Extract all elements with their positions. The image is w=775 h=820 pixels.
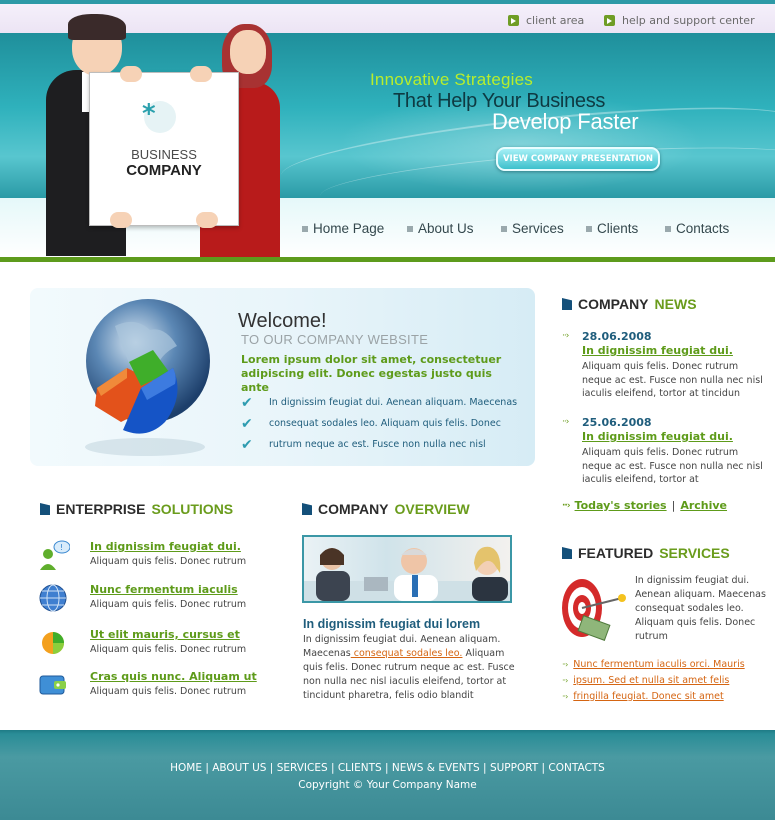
nav-bullet-icon xyxy=(586,225,592,232)
logo-star-icon: * xyxy=(142,99,156,129)
featured-link[interactable]: fringilla feugiat. Donec sit amet xyxy=(573,691,723,702)
footer-link-about[interactable]: ABOUT US xyxy=(212,762,266,774)
checkmark-icon: ✔ xyxy=(241,436,253,453)
solution-link[interactable]: Nunc fermentum iaculis xyxy=(90,583,238,596)
company-news-heading: COMPANY NEWS xyxy=(562,296,697,312)
overview-title: In dignissim feugiat dui lorem xyxy=(303,617,481,631)
arrow-bullet-icon xyxy=(508,15,519,26)
list-item: ✔ In dignissim feugiat dui. Aenean aliqua… xyxy=(241,394,518,411)
slogan-line-1: Innovative Strategies xyxy=(370,70,533,89)
section-bookmark-icon xyxy=(302,503,312,515)
welcome-lead: Lorem ipsum dolor sit amet, consectetuer… xyxy=(241,353,502,394)
footer-link-contacts[interactable]: CONTACTS xyxy=(548,762,604,774)
dotted-arrow-icon: ··› xyxy=(562,659,568,669)
list-item: ··› fringilla feugiat. Donec sit amet xyxy=(562,688,745,704)
dotted-arrow-icon: ··› xyxy=(562,417,569,427)
featured-link[interactable]: ipsum. Sed et nulla sit amet felis xyxy=(573,675,729,686)
list-item: ··› Nunc fermentum iaculis orci. Mauris xyxy=(562,656,745,672)
copyright: Copyright © Your Company Name xyxy=(298,779,477,791)
client-area-label: client area xyxy=(526,14,585,27)
list-item: ✔ rutrum neque ac est. Fusce non nulla ne… xyxy=(241,436,486,453)
footer-link-clients[interactable]: CLIENTS xyxy=(338,762,382,774)
archive-link[interactable]: Archive xyxy=(680,499,727,512)
todays-stories-link[interactable]: Today's stories xyxy=(575,499,667,512)
globe-pie-chart-icon xyxy=(86,299,210,434)
nav-about-us[interactable]: About Us xyxy=(407,221,474,236)
solution-link[interactable]: Ut elit mauris, cursus et xyxy=(90,628,240,641)
nav-home[interactable]: Home Page xyxy=(302,221,384,236)
dotted-arrow-icon: ··› xyxy=(562,500,570,511)
wallet-icon xyxy=(39,675,66,695)
dotted-arrow-icon: ··› xyxy=(562,691,568,701)
solution-text: Aliquam quis felis. Donec rutrum xyxy=(90,686,247,697)
footer-link-support[interactable]: SUPPORT xyxy=(490,762,538,774)
company-logo-sign: * BUSINESS COMPANY xyxy=(89,72,239,226)
news-text: Aliquam quis felis. Donec rutrum neque a… xyxy=(582,447,763,485)
pie-chart-icon xyxy=(42,632,64,654)
company-overview-heading: COMPANY OVERVIEW xyxy=(302,501,470,517)
footer-link-services[interactable]: SERVICES xyxy=(277,762,328,774)
list-item: ··› ipsum. Sed et nulla sit amet felis xyxy=(562,672,745,688)
nav-contacts[interactable]: Contacts xyxy=(665,221,729,236)
overview-text: In dignissim feugiat dui. Aenean aliquam… xyxy=(303,634,515,701)
welcome-title: Welcome! xyxy=(238,310,327,332)
client-area-link[interactable]: client area xyxy=(508,14,584,27)
help-support-link[interactable]: help and support center xyxy=(604,14,755,27)
page: client area help and support center Inno… xyxy=(0,0,775,820)
svg-text:!: ! xyxy=(60,543,63,552)
solution-text: Aliquam quis felis. Donec rutrum xyxy=(90,599,247,610)
footer-nav: HOME | ABOUT US | SERVICES | CLIENTS | N… xyxy=(170,762,605,774)
list-item: ✔ consequat sodales leo. Aliquam quis fel… xyxy=(241,415,501,432)
logo-text-company: COMPANY xyxy=(126,162,202,179)
welcome-subtitle: TO OUR COMPANY WEBSITE xyxy=(241,332,429,347)
featured-text: In dignissim feugiat dui. Aenean aliquam… xyxy=(635,575,766,642)
solution-link[interactable]: Cras quis nunc. Aliquam ut xyxy=(90,670,257,683)
news-date: 28.06.2008 xyxy=(582,330,652,343)
globe-icon xyxy=(39,584,67,612)
checkmark-icon: ✔ xyxy=(241,415,253,432)
featured-services-heading: FEATURED SERVICES xyxy=(562,545,730,561)
logo-text-business: BUSINESS xyxy=(131,147,197,162)
enterprise-solutions-heading: ENTERPRISE SOLUTIONS xyxy=(40,501,233,517)
nav-bullet-icon xyxy=(302,225,308,232)
header-divider xyxy=(0,257,775,262)
news-date: 25.06.2008 xyxy=(582,416,652,429)
solution-link[interactable]: In dignissim feugiat dui. xyxy=(90,540,241,553)
dotted-arrow-icon: ··› xyxy=(562,331,569,341)
slogan-line-3: Develop Faster xyxy=(492,109,639,134)
featured-link[interactable]: Nunc fermentum iaculis orci. Mauris xyxy=(573,659,744,670)
section-bookmark-icon xyxy=(562,298,572,310)
featured-links-list: ··› Nunc fermentum iaculis orci. Mauris ·… xyxy=(562,656,745,704)
footer-link-home[interactable]: HOME xyxy=(170,762,202,774)
news-link[interactable]: In dignissim feugiat dui. xyxy=(582,430,733,443)
checkmark-icon: ✔ xyxy=(241,394,253,411)
footer-link-news-events[interactable]: NEWS & EVENTS xyxy=(392,762,480,774)
section-bookmark-icon xyxy=(40,503,50,515)
solution-text: Aliquam quis felis. Donec rutrum xyxy=(90,556,247,567)
nav-bullet-icon xyxy=(407,225,413,232)
team-photo xyxy=(302,535,512,603)
nav-bullet-icon xyxy=(501,225,507,232)
users-chat-icon: ! xyxy=(40,540,70,570)
view-presentation-button[interactable]: VIEW COMPANY PRESENTATION xyxy=(496,147,660,171)
target-money-icon xyxy=(562,579,626,641)
help-support-label: help and support center xyxy=(622,14,755,27)
welcome-bullet-list: ✔ In dignissim feugiat dui. Aenean aliqua… xyxy=(241,392,531,455)
nav-services[interactable]: Services xyxy=(501,221,564,236)
arrow-bullet-icon xyxy=(604,15,615,26)
news-text: Aliquam quis felis. Donec rutrum neque a… xyxy=(582,361,763,399)
solution-text: Aliquam quis felis. Donec rutrum xyxy=(90,644,247,655)
nav-clients[interactable]: Clients xyxy=(586,221,638,236)
overview-inline-link[interactable]: consequat sodales leo. xyxy=(351,648,463,659)
dotted-arrow-icon: ··› xyxy=(562,675,568,685)
news-footer-links: ··› Today's stories | Archive xyxy=(562,499,728,512)
nav-bullet-icon xyxy=(665,225,671,232)
section-bookmark-icon xyxy=(562,547,572,559)
news-link[interactable]: In dignissim feugiat dui. xyxy=(582,344,733,357)
footer xyxy=(0,730,775,820)
